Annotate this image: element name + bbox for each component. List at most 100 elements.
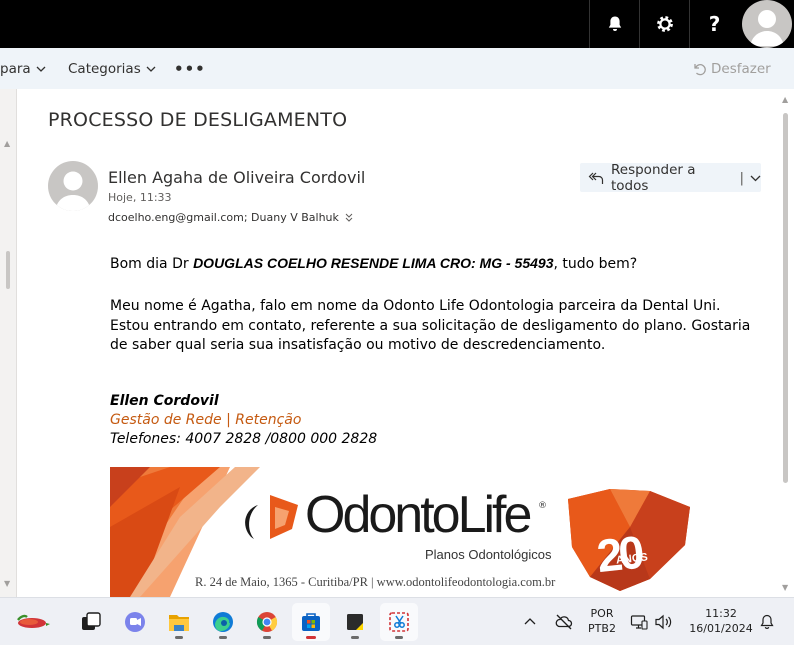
reply-options-dropdown[interactable] [750,173,761,183]
scrollbar-thumb[interactable] [6,251,10,289]
weather-widget[interactable] [14,603,52,641]
command-bar: para Categorias ••• Desfazer [0,48,794,89]
move-to-button[interactable]: para [0,48,46,89]
edge-browser-button[interactable] [204,603,242,641]
account-avatar[interactable] [742,0,792,48]
greeting-end: , tudo bem? [553,256,638,272]
undo-label: Desfazer [711,60,771,77]
signature-banner-image: OdontoLife ® Planos Odontológicos R. 24 … [110,467,750,597]
categories-button[interactable]: Categorias [68,48,156,89]
registered-mark: ® [538,501,547,511]
sticky-notes-button[interactable] [336,603,374,641]
reply-all-button[interactable]: Responder a todos | [580,161,761,194]
running-indicator [175,636,183,639]
windows-taskbar: POR PTB2 11:32 16/01/2024 [0,597,794,645]
clock-time: 11:32 [705,607,737,620]
sender-avatar[interactable] [48,161,98,211]
user-avatar-icon [750,10,784,46]
greeting-line: Bom dia Dr DOUGLAS COELHO RESENDE LIMA C… [110,254,637,275]
top-bar: ? [0,0,794,48]
body-paragraph: Meu nome é Agatha, falo em nome da Odont… [110,298,751,353]
doctor-name: DOUGLAS COELHO RESENDE LIMA CRO: MG - 55… [193,255,554,271]
message-subject: PROCESSO DE DESLIGAMENTO [48,109,348,131]
volume-button[interactable] [654,598,674,645]
store-icon [302,613,320,631]
clock-date: 16/01/2024 [689,622,753,635]
edge-icon [213,612,233,632]
running-indicator [219,636,227,639]
brand-logo-text: OdontoLife [305,485,533,545]
chevron-down-icon [36,66,46,72]
help-icon: ? [708,12,721,36]
reading-pane-scrollbar[interactable]: ▲ ▼ [779,89,794,597]
help-button[interactable]: ? [689,0,739,48]
input-language-button[interactable]: POR PTB2 [584,606,620,636]
scrollbar-thumb[interactable] [783,113,788,483]
notifications-button[interactable] [589,0,639,48]
user-avatar-icon [55,171,91,211]
show-hidden-icons-button[interactable] [524,598,536,645]
scroll-down-arrow[interactable]: ▼ [782,583,788,592]
chevron-down-icon [146,66,156,72]
signature-name: Ellen Cordovil [110,393,219,409]
undo-icon [694,63,706,75]
speaker-icon [655,614,672,630]
store-button[interactable] [292,603,330,641]
move-to-label: para [0,60,31,77]
task-view-button[interactable] [72,603,110,641]
bell-icon [608,16,621,31]
undo-button[interactable]: Desfazer [692,48,771,89]
divider: | [739,169,744,186]
teams-icon [125,612,145,632]
greeting-text: Bom dia Dr [110,256,194,272]
notification-center-button[interactable] [759,598,775,645]
keyboard-layout: PTB2 [588,622,616,635]
sender-name[interactable]: Ellen Agaha de Oliveira Cordovil [108,168,365,187]
recipients[interactable]: dcoelho.eng@gmail.com; Duany V Balhuk [108,211,353,224]
teams-chat-button[interactable] [116,603,154,641]
task-view-icon [82,612,101,630]
scroll-up-arrow[interactable]: ▲ [4,139,10,148]
double-chevron-down-icon[interactable] [345,213,353,222]
notification-bell-icon [760,614,774,629]
language-code: POR [590,607,614,620]
snipping-tool-button[interactable] [380,603,418,641]
sent-date: Hoje, 11:33 [108,191,172,204]
signature-role: Gestão de Rede | Retenção [110,412,302,428]
more-actions-button[interactable]: ••• [174,48,206,89]
file-explorer-button[interactable] [160,603,198,641]
scroll-up-arrow[interactable]: ▲ [782,95,788,104]
sticky-notes-icon [347,614,363,630]
recipients-list: dcoelho.eng@gmail.com; Duany V Balhuk [108,211,339,224]
more-icon: ••• [174,59,206,78]
brand-life: Life [457,486,533,544]
cloud-offline-icon [555,614,573,630]
scroll-down-arrow[interactable]: ▼ [4,579,10,588]
chevron-down-icon [750,175,761,181]
outlook-window: ? para Categorias ••• Desfazer ▲ ▼ ▲ ▼ P… [0,0,794,645]
network-button[interactable] [630,598,648,645]
brand-subtitle: Planos Odontológicos [425,547,552,562]
reply-all-icon [588,171,604,185]
message-list-edge: ▲ ▼ [0,89,17,597]
weather-icon [17,614,50,628]
settings-button[interactable] [639,0,689,48]
chrome-icon [256,612,278,632]
monitor-network-icon [630,615,648,630]
signature-phones: Telefones: 4007 2828 /0800 000 2828 [110,431,378,447]
snipping-tool-icon [389,612,409,632]
categories-label: Categorias [68,60,141,77]
running-indicator [263,636,271,639]
chevron-up-icon [524,618,536,625]
reply-all-label: Responder a todos [611,161,696,194]
gear-icon [656,16,673,32]
running-indicator [351,636,359,639]
onedrive-status-button[interactable] [555,598,573,645]
running-indicator [306,636,316,639]
file-explorer-icon [169,615,189,631]
chrome-browser-button[interactable] [248,603,286,641]
running-indicator [395,636,403,639]
brand-odonto: Odonto [305,486,461,544]
system-clock[interactable]: 11:32 16/01/2024 [686,606,756,636]
brand-address: R. 24 de Maio, 1365 - Curitiba/PR | www.… [195,575,556,589]
